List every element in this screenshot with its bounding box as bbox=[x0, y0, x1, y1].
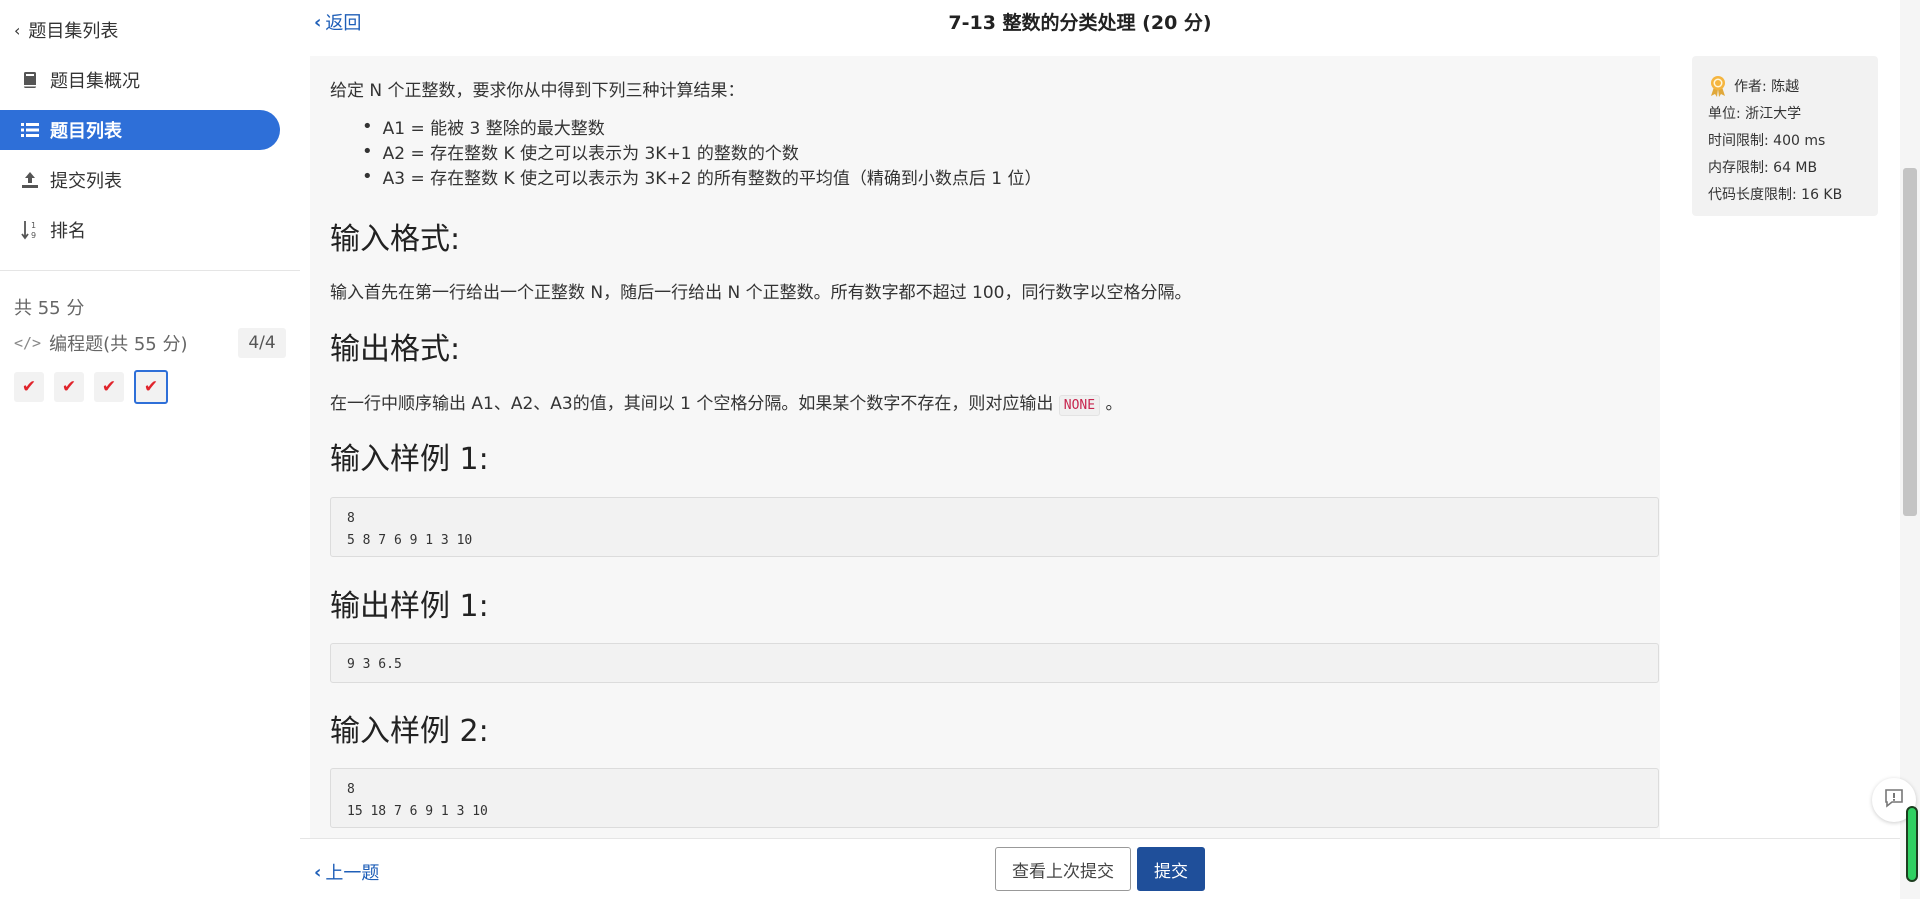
sample-output-1-code: 9 3 6.5 bbox=[330, 643, 1659, 683]
author-row: 作者: 陈越 bbox=[1708, 72, 1878, 99]
back-to-problem-sets-label: 题目集列表 bbox=[28, 21, 119, 42]
sidebar-item-problem-list[interactable]: 题目列表 bbox=[0, 110, 280, 150]
output-format-heading: 输出格式: bbox=[330, 332, 461, 367]
floating-status-bar bbox=[1906, 806, 1918, 882]
sort-numeric-icon: 19 bbox=[20, 220, 40, 240]
time-limit-text: 时间限制: 400 ms bbox=[1708, 132, 1826, 149]
condition-item: A1 = 能被 3 整除的最大整数 bbox=[380, 114, 1042, 139]
chevron-left-icon: ‹ bbox=[14, 20, 21, 40]
problem-group-programming[interactable]: </> 编程题(共 55 分) 4/4 bbox=[14, 328, 286, 358]
sample-input-1-heading: 输入样例 1: bbox=[330, 442, 489, 477]
problem-box-4[interactable]: ✔ bbox=[134, 370, 168, 404]
input-format-text: 输入首先在第一行给出一个正整数 N，随后一行给出 N 个正整数。所有数字都不超过… bbox=[330, 283, 1192, 303]
submit-button[interactable]: 提交 bbox=[1137, 847, 1205, 891]
back-to-problem-sets[interactable]: ‹ 题目集列表 bbox=[14, 18, 119, 43]
check-icon: ✔ bbox=[21, 377, 37, 397]
page-title: 7-13 整数的分类处理 (20 分) bbox=[948, 12, 1212, 34]
feedback-icon bbox=[1883, 787, 1905, 813]
sample-input-2-code: 8 15 18 7 6 9 1 3 10 bbox=[330, 768, 1659, 828]
sidebar-item-overview[interactable]: 题目集概况 bbox=[0, 60, 280, 100]
problem-box-2[interactable]: ✔ bbox=[54, 372, 84, 402]
svg-text:1: 1 bbox=[31, 221, 36, 230]
sidebar-divider bbox=[0, 270, 300, 271]
check-icon: ✔ bbox=[61, 377, 77, 397]
problem-status-boxes: ✔ ✔ ✔ ✔ bbox=[14, 370, 168, 404]
upload-icon bbox=[20, 170, 40, 190]
problem-info-panel: 作者: 陈越 单位: 浙江大学 时间限制: 400 ms 内存限制: 64 MB… bbox=[1692, 56, 1878, 216]
problem-box-3[interactable]: ✔ bbox=[94, 372, 124, 402]
author-text: 作者: 陈越 bbox=[1734, 78, 1800, 95]
check-icon: ✔ bbox=[101, 377, 117, 397]
book-icon bbox=[20, 70, 40, 90]
sidebar-item-label: 题目列表 bbox=[50, 121, 122, 142]
output-format-text: 在一行中顺序输出 A1、A2、A3的值，其间以 1 个空格分隔。如果某个数字不存… bbox=[330, 389, 1123, 416]
header-back-link[interactable]: ‹ 返回 bbox=[314, 10, 362, 35]
sidebar: ‹ 题目集列表 题目集概况 题目列表 提交列表 19 排名 共 55 分 </>… bbox=[0, 0, 300, 899]
list-icon bbox=[20, 120, 40, 140]
code-length-limit-text: 代码长度限制: 16 KB bbox=[1708, 186, 1843, 203]
chevron-left-icon: ‹ bbox=[314, 11, 322, 33]
memory-limit-text: 内存限制: 64 MB bbox=[1708, 159, 1818, 176]
sidebar-item-label: 排名 bbox=[50, 221, 86, 242]
problem-group-label: 编程题(共 55 分) bbox=[49, 334, 188, 355]
code-icon: </> bbox=[14, 334, 42, 352]
problem-group-count: 4/4 bbox=[238, 328, 286, 358]
problem-box-1[interactable]: ✔ bbox=[14, 372, 44, 402]
sidebar-item-ranking[interactable]: 19 排名 bbox=[0, 210, 280, 250]
sample-output-1-heading: 输出样例 1: bbox=[330, 589, 489, 624]
total-score: 共 55 分 bbox=[14, 298, 85, 319]
condition-item: A2 = 存在整数 K 使之可以表示为 3K+1 的整数的个数 bbox=[380, 139, 1042, 164]
input-format-heading: 输入格式: bbox=[330, 222, 461, 257]
problem-conditions: A1 = 能被 3 整除的最大整数 A2 = 存在整数 K 使之可以表示为 3K… bbox=[380, 114, 1042, 189]
sidebar-item-label: 提交列表 bbox=[50, 171, 122, 192]
output-format-text-main: 在一行中顺序输出 A1、A2、A3的值，其间以 1 个空格分隔。如果某个数字不存… bbox=[330, 394, 1054, 414]
output-none-code: NONE bbox=[1058, 395, 1101, 416]
svg-text:9: 9 bbox=[31, 231, 36, 240]
page-scrollbar-thumb[interactable] bbox=[1903, 168, 1917, 516]
header-back-label: 返回 bbox=[325, 13, 362, 34]
output-format-text-end: 。 bbox=[1105, 394, 1123, 414]
condition-item: A3 = 存在整数 K 使之可以表示为 3K+2 的所有整数的平均值（精确到小数… bbox=[380, 164, 1042, 189]
problem-intro: 给定 N 个正整数，要求你从中得到下列三种计算结果： bbox=[330, 81, 745, 101]
problem-content: 给定 N 个正整数，要求你从中得到下列三种计算结果： A1 = 能被 3 整除的… bbox=[330, 56, 1660, 838]
view-last-submission-button[interactable]: 查看上次提交 bbox=[995, 847, 1131, 891]
chevron-left-icon: ‹ bbox=[314, 861, 322, 883]
previous-problem-link[interactable]: ‹ 上一题 bbox=[314, 859, 379, 885]
unit-text: 单位: 浙江大学 bbox=[1708, 105, 1802, 122]
sample-input-1-code: 8 5 8 7 6 9 1 3 10 bbox=[330, 497, 1659, 557]
sidebar-item-label: 题目集概况 bbox=[50, 71, 140, 92]
footer-bar: ‹ 上一题 查看上次提交 提交 bbox=[300, 838, 1900, 899]
sidebar-item-submissions[interactable]: 提交列表 bbox=[0, 160, 280, 200]
sample-input-2-heading: 输入样例 2: bbox=[330, 714, 489, 749]
check-icon: ✔ bbox=[143, 377, 159, 397]
medal-icon bbox=[1708, 75, 1728, 97]
previous-problem-label: 上一题 bbox=[325, 863, 380, 884]
